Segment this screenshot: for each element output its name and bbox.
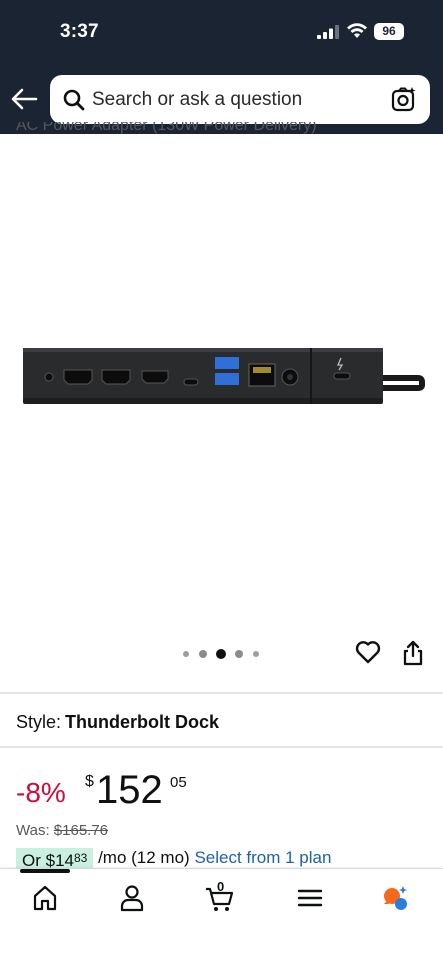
image-carousel-dots[interactable] [180,648,265,660]
active-tab-indicator [20,869,70,873]
select-plan-link[interactable]: Select from 1 plan [194,848,331,867]
price-block: -8% $ 152 05 [16,768,416,818]
cart-button[interactable]: 0 [204,879,234,913]
was-price-row: Was: $165.76 [16,822,108,839]
person-icon[interactable] [117,883,147,913]
cellular-signal-icon [317,25,339,39]
bottom-navigation: 0 [0,868,443,960]
was-label: Was: [16,822,50,839]
price-currency: $ [85,773,94,790]
back-arrow-icon[interactable] [10,87,38,111]
monthly-price-badge: Or $1483 [16,848,94,868]
style-label: Style: [16,712,62,732]
wifi-icon [347,23,367,38]
style-value: Thunderbolt Dock [65,712,220,732]
product-image[interactable] [20,340,425,415]
price-fraction: 05 [170,774,187,791]
search-bar[interactable] [50,75,430,124]
monthly-suffix: /mo (12 mo) [93,848,190,867]
carousel-dot-active[interactable] [216,649,226,659]
price-whole: 152 [96,768,163,812]
heart-icon[interactable] [355,640,381,664]
style-selector[interactable]: Style: Thunderbolt Dock [16,712,219,733]
search-icon [63,89,85,111]
discount-percent: -8% [16,777,66,808]
home-icon[interactable] [30,883,60,913]
divider [0,746,443,748]
carousel-dot[interactable] [199,650,207,658]
carousel-dot[interactable] [183,651,189,657]
camera-lens-icon[interactable] [391,86,417,112]
product-title-cut: AC Power Adapter (130W Power Delivery) [16,122,317,134]
carousel-dot[interactable] [235,650,243,658]
battery-indicator: 96 [374,23,404,40]
was-price: $165.76 [53,822,109,839]
search-input[interactable] [92,83,382,116]
monthly-payment-row: Or $1483 /mo (12 mo) Select from 1 plan [16,848,436,868]
menu-icon[interactable] [295,883,325,913]
status-time: 3:37 [60,21,99,42]
status-bar: 3:37 96 [0,0,443,62]
cart-count: 0 [217,879,225,894]
share-icon[interactable] [402,640,424,666]
carousel-dot[interactable] [253,651,259,657]
divider [0,692,443,694]
ai-assistant-icon[interactable] [380,883,410,913]
